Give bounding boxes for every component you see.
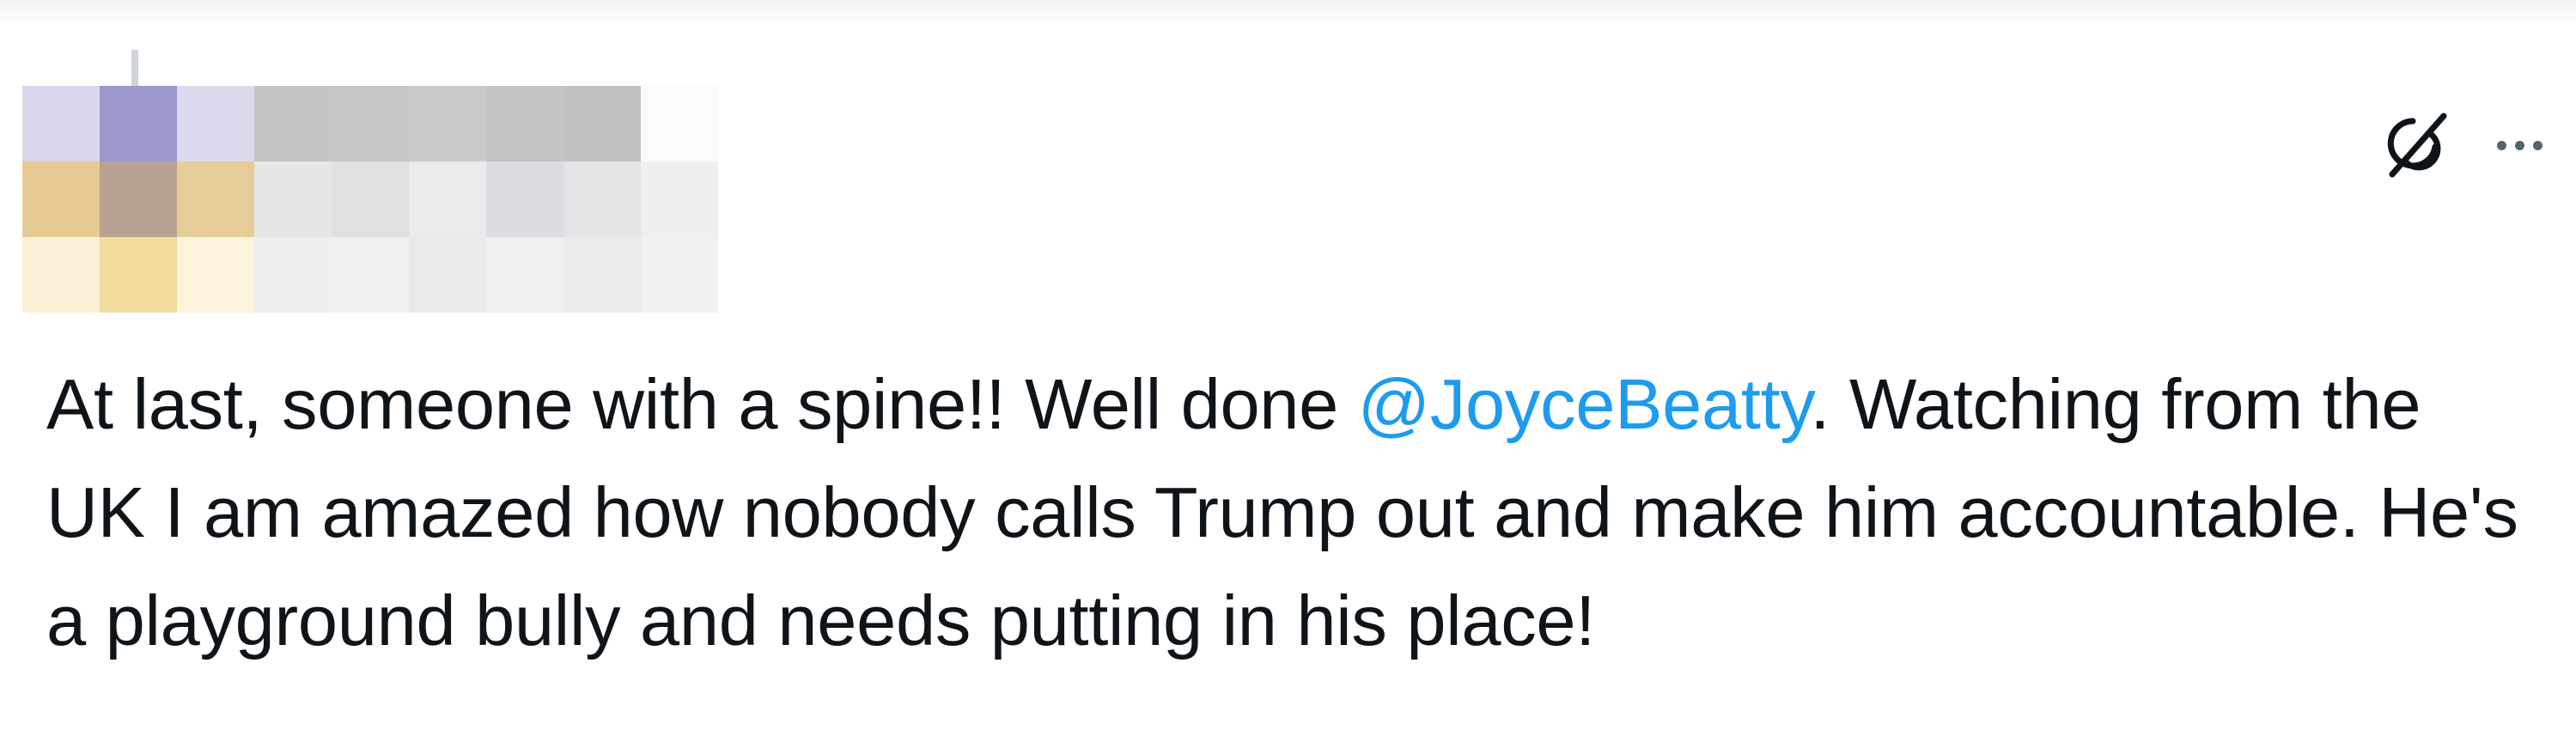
mosaic-pixel bbox=[22, 237, 100, 313]
mosaic-pixel bbox=[100, 86, 177, 161]
mosaic-pixel bbox=[332, 161, 409, 237]
more-dot bbox=[2514, 140, 2524, 150]
grok-icon-glyph bbox=[2387, 113, 2447, 178]
post-actions bbox=[2375, 106, 2561, 184]
mosaic-pixel bbox=[641, 86, 718, 161]
mosaic-pixel bbox=[22, 161, 100, 237]
mosaic-pixel bbox=[100, 237, 177, 313]
mosaic-pixel bbox=[22, 86, 100, 161]
mosaic-pixel bbox=[254, 237, 332, 313]
mosaic-pixel bbox=[332, 237, 409, 313]
more-dot bbox=[2496, 140, 2506, 150]
mosaic-pixel bbox=[563, 237, 641, 313]
pixelated-user-identity[interactable] bbox=[22, 86, 718, 313]
thread-connector-line bbox=[131, 50, 138, 88]
mosaic-pixel bbox=[409, 237, 486, 313]
mosaic-pixel bbox=[332, 86, 409, 161]
mosaic-pixel bbox=[177, 86, 254, 161]
mosaic-pixel bbox=[177, 237, 254, 313]
mosaic-pixel bbox=[486, 237, 563, 313]
previous-post-blur bbox=[0, 0, 2576, 26]
mosaic-pixel bbox=[409, 161, 486, 237]
mosaic-pixel bbox=[563, 86, 641, 161]
more-options-icon[interactable] bbox=[2478, 104, 2561, 186]
mosaic-pixel bbox=[254, 161, 332, 237]
mosaic-pixel bbox=[486, 161, 563, 237]
mention-link[interactable]: @JoyceBeatty bbox=[1358, 364, 1811, 444]
mosaic-pixel bbox=[409, 86, 486, 161]
mosaic-pixel bbox=[486, 86, 563, 161]
more-dot bbox=[2532, 140, 2543, 150]
mosaic-pixel bbox=[254, 86, 332, 161]
grok-icon[interactable] bbox=[2375, 104, 2457, 186]
tweet-text: At last, someone with a spine!! Well don… bbox=[46, 350, 2537, 675]
mosaic-pixel bbox=[641, 161, 718, 237]
mosaic-pixel bbox=[177, 161, 254, 237]
mosaic-pixel bbox=[563, 161, 641, 237]
tweet-text-before: At last, someone with a spine!! Well don… bbox=[46, 364, 1358, 444]
mosaic-pixel bbox=[641, 237, 718, 313]
mosaic-pixel bbox=[100, 161, 177, 237]
